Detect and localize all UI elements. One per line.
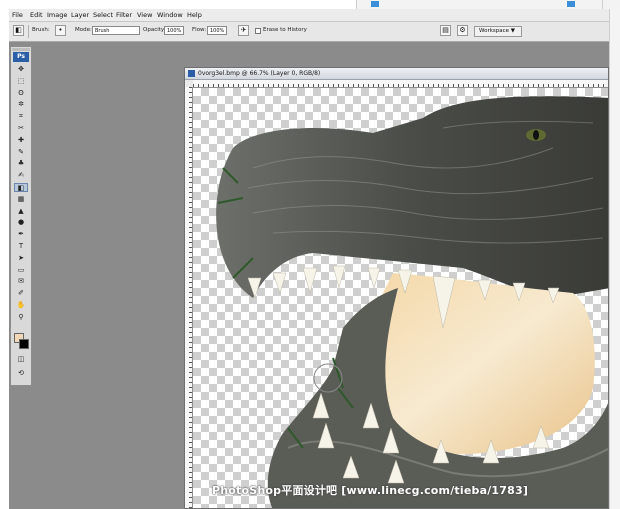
- shape-icon[interactable]: ▭: [14, 266, 28, 275]
- palette-well-icon[interactable]: ▤: [440, 25, 451, 36]
- move-icon[interactable]: ✥: [14, 65, 28, 74]
- mode-select[interactable]: Brush: [92, 26, 140, 35]
- eraser-icon[interactable]: ◧: [14, 183, 28, 192]
- opacity-input[interactable]: 100%: [164, 26, 184, 35]
- crocodile-image: [216, 96, 608, 508]
- slice-icon[interactable]: ✂: [14, 124, 28, 133]
- tab-icon[interactable]: [567, 1, 575, 7]
- screen-mode-icon[interactable]: ⟲: [14, 369, 28, 378]
- menu-image[interactable]: Image: [47, 11, 67, 19]
- tab-icon[interactable]: [371, 1, 379, 7]
- quick-mask-icon[interactable]: ◫: [14, 355, 28, 364]
- crop-icon[interactable]: ⌗: [14, 112, 28, 121]
- background-color-swatch[interactable]: [19, 339, 29, 349]
- photoshop-window: File Edit Image Layer Select Filter View…: [9, 9, 609, 509]
- magic-wand-icon[interactable]: ✲: [14, 100, 28, 109]
- bridge-icon[interactable]: ⚙: [457, 25, 468, 36]
- stamp-icon[interactable]: ♣: [14, 159, 28, 168]
- menu-window[interactable]: Window: [157, 11, 183, 19]
- document-title-bar[interactable]: 0vorg3el.bmp @ 66.7% (Layer 0, RGB/8): [185, 68, 608, 80]
- upper-jaw: [216, 96, 608, 298]
- tools-palette: Ps ✥ ⬚ ʘ ✲ ⌗ ✂ ✚ ✎ ♣ ✍ ◧ ▦ ▲ ● ✒ T ➤ ▭ ✉ ✐ ✋ ⚲ ◫ ⟲: [10, 46, 32, 386]
- zoom-icon[interactable]: ⚲: [14, 313, 28, 322]
- brush-icon[interactable]: ✎: [14, 148, 28, 157]
- hand-icon[interactable]: ✋: [14, 301, 28, 310]
- menu-file[interactable]: File: [12, 11, 23, 19]
- document-title: 0vorg3el.bmp @ 66.7% (Layer 0, RGB/8): [198, 70, 321, 77]
- lasso-icon[interactable]: ʘ: [14, 89, 28, 98]
- dodge-icon[interactable]: ●: [14, 218, 28, 227]
- notes-icon[interactable]: ✉: [14, 277, 28, 286]
- menu-filter[interactable]: Filter: [116, 11, 132, 19]
- flow-input[interactable]: 100%: [207, 26, 227, 35]
- tab-separator: [602, 0, 603, 9]
- path-select-icon[interactable]: ➤: [14, 254, 28, 263]
- history-brush-icon[interactable]: ✍: [14, 171, 28, 180]
- menu-select[interactable]: Select: [93, 11, 113, 19]
- erase-to-history-checkbox[interactable]: [255, 28, 261, 34]
- menu-layer[interactable]: Layer: [71, 11, 89, 19]
- ps-logo[interactable]: Ps: [13, 52, 29, 62]
- horizontal-ruler[interactable]: [193, 80, 608, 88]
- divider: [28, 25, 29, 38]
- document-icon: [188, 70, 195, 77]
- healing-icon[interactable]: ✚: [14, 136, 28, 145]
- erase-to-history-label: Erase to History: [263, 27, 307, 33]
- browser-top-strip: [0, 0, 620, 10]
- blur-icon[interactable]: ▲: [14, 207, 28, 216]
- mode-label: Mode:: [75, 27, 92, 33]
- pen-icon[interactable]: ✒: [14, 230, 28, 239]
- gradient-icon[interactable]: ▦: [14, 195, 28, 204]
- palette-grip[interactable]: [12, 48, 30, 51]
- menu-help[interactable]: Help: [187, 11, 202, 19]
- image-canvas[interactable]: [193, 88, 608, 508]
- vertical-ruler[interactable]: [185, 87, 193, 508]
- type-icon[interactable]: T: [14, 242, 28, 251]
- brush-picker-icon[interactable]: •: [55, 25, 66, 36]
- watermark-text: PhotoShop平面设计吧 [www.linecg.com/tieba/178…: [212, 484, 529, 497]
- brush-label: Brush:: [32, 27, 50, 33]
- opacity-label: Opacity:: [143, 27, 166, 33]
- window-right-edge: [609, 9, 620, 509]
- menu-view[interactable]: View: [137, 11, 152, 19]
- options-bar: ◧ Brush: • Mode: Brush Opacity: 100% Flo…: [9, 22, 609, 42]
- marquee-icon[interactable]: ⬚: [14, 77, 28, 86]
- airbrush-icon[interactable]: ✈: [238, 25, 249, 36]
- eyedropper-icon[interactable]: ✐: [14, 289, 28, 298]
- menu-bar: File Edit Image Layer Select Filter View…: [9, 9, 609, 22]
- flow-label: Flow:: [192, 27, 207, 33]
- document-window: 0vorg3el.bmp @ 66.7% (Layer 0, RGB/8): [184, 67, 609, 509]
- workspace-button[interactable]: Workspace ▼: [474, 26, 522, 37]
- eraser-preset-icon[interactable]: ◧: [13, 25, 24, 36]
- menu-edit[interactable]: Edit: [30, 11, 43, 19]
